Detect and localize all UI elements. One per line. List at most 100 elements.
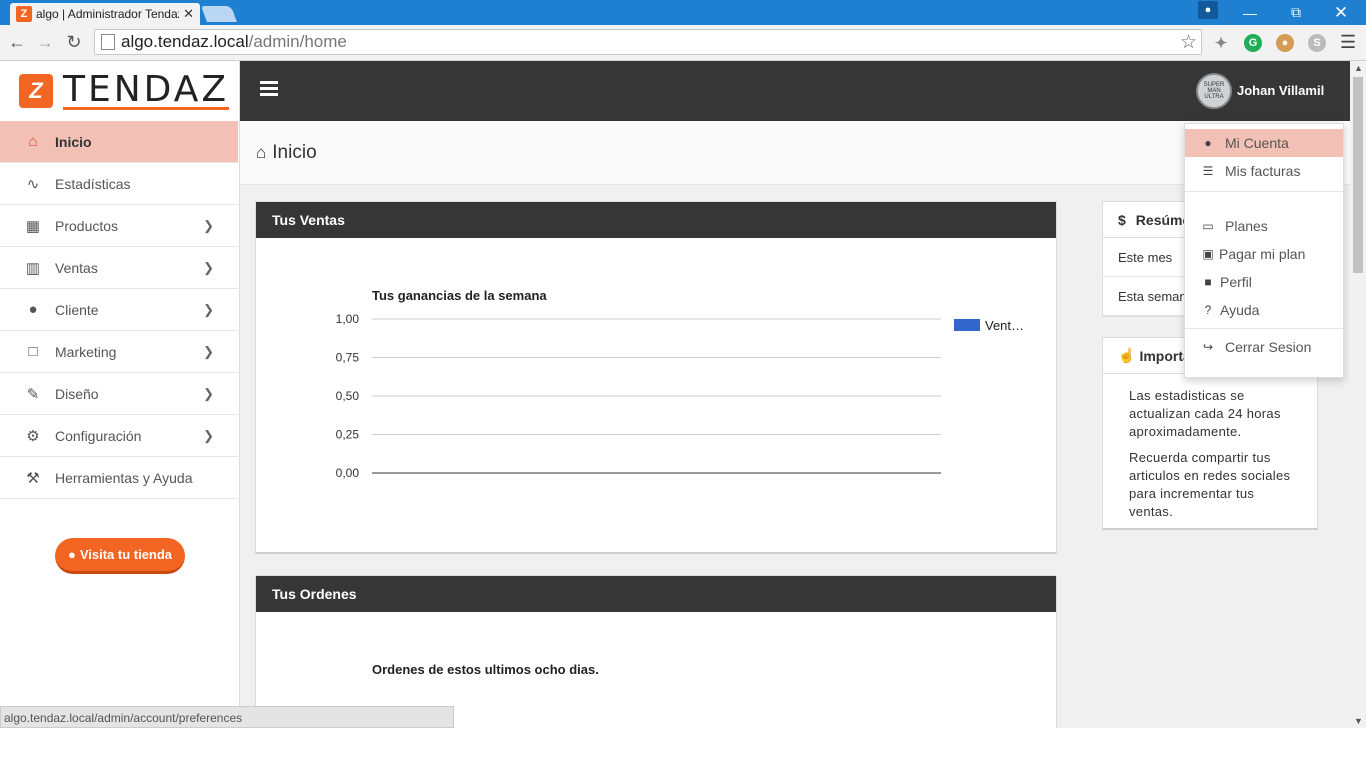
- ventas-panel-title: Tus Ventas: [256, 202, 1056, 238]
- ordenes-panel-title: Tus Ordenes: [256, 576, 1056, 612]
- url-host: algo.tendaz.local: [121, 32, 249, 51]
- user-icon: ●: [28, 301, 38, 318]
- browser-toolbar: ← → ↻ algo.tendaz.local/admin/home ☆ ✦ G…: [0, 25, 1366, 61]
- minimize-icon[interactable]: —: [1236, 0, 1264, 25]
- url-path: /admin/home: [248, 32, 347, 51]
- menu-item-label: Pagar mi plan: [1219, 246, 1306, 262]
- home-icon: ⌂: [256, 143, 267, 162]
- chevron-right-icon: ❯: [203, 259, 214, 275]
- status-bar-url: algo.tendaz.local/admin/account/preferen…: [0, 706, 454, 728]
- menu-item-mis-facturas[interactable]: ☰ Mis facturas: [1185, 157, 1343, 185]
- menu-item-mi-cuenta[interactable]: ● Mi Cuenta: [1185, 129, 1343, 157]
- visit-store-label: Visita tu tienda: [79, 547, 173, 562]
- sidebar-item-inicio[interactable]: ⌂ Inicio: [0, 121, 238, 163]
- sidebar-item-estadisticas[interactable]: ∿ Estadísticas: [0, 163, 238, 205]
- logo-text: TENDAZ: [63, 68, 230, 110]
- page-scrollbar[interactable]: ▲ ▼: [1350, 61, 1366, 728]
- address-bar[interactable]: algo.tendaz.local/admin/home ☆: [94, 29, 1202, 55]
- list-icon: ☰: [1202, 164, 1214, 178]
- sidebar-item-ventas[interactable]: ▥ Ventas ❯: [0, 247, 238, 289]
- scroll-down-icon[interactable]: ▼: [1354, 716, 1363, 726]
- grammarly-icon[interactable]: G: [1244, 34, 1262, 52]
- chevron-right-icon: ❯: [203, 385, 214, 401]
- chat-icon: □: [28, 343, 38, 360]
- back-arrow-icon[interactable]: ←: [6, 31, 28, 53]
- legend-swatch: [954, 319, 980, 331]
- sidebar-item-marketing[interactable]: □ Marketing ❯: [0, 331, 238, 373]
- legend-label[interactable]: Vent…: [985, 318, 1024, 333]
- new-tab-button[interactable]: [201, 6, 237, 22]
- visit-store-button[interactable]: ● Visita tu tienda: [55, 538, 185, 574]
- chevron-right-icon: ❯: [203, 427, 214, 443]
- sidebar-item-label: Ventas: [55, 259, 98, 276]
- importante-paragraph-1: Las estadisticas se actualizan cada 24 h…: [1129, 388, 1281, 439]
- tendaz-logo[interactable]: Z TENDAZ: [0, 61, 239, 121]
- menu-item-cerrar-sesion[interactable]: ↪ Cerrar Sesion: [1185, 333, 1343, 361]
- window-close-icon[interactable]: ✕: [1326, 0, 1356, 25]
- reload-icon[interactable]: ↻: [63, 31, 85, 53]
- scroll-thumb[interactable]: [1353, 77, 1363, 273]
- bookmark-star-icon[interactable]: ☆: [1180, 31, 1197, 54]
- tab-close-icon[interactable]: ✕: [183, 6, 194, 22]
- user-name[interactable]: Johan Villamil: [1237, 83, 1324, 98]
- menu-item-label: Mis facturas: [1225, 163, 1301, 179]
- credit-card-icon: ▭: [1202, 219, 1214, 233]
- browser-tab-active[interactable]: Z algo | Administrador Tendaz ✕: [10, 3, 200, 25]
- chart-title: Tus ganancias de la semana: [372, 288, 547, 303]
- profile-icon[interactable]: ●: [1198, 1, 1218, 19]
- menu-item-planes[interactable]: ▭ Planes: [1185, 212, 1343, 240]
- sign-out-icon: ↪: [1202, 340, 1214, 354]
- menu-item-label: Cerrar Sesion: [1225, 339, 1312, 355]
- dollar-icon: $: [1118, 211, 1126, 228]
- sidebar-item-label: Estadísticas: [55, 175, 131, 192]
- page-viewport: Z TENDAZ ⌂ Inicio ∿ Estadísticas ▦ Produ…: [0, 61, 1350, 728]
- sidebar-item-configuracion[interactable]: ⚙ Configuración ❯: [0, 415, 238, 457]
- tendaz-favicon-icon: Z: [16, 6, 32, 22]
- globe-icon: ●: [67, 547, 76, 562]
- home-icon: ⌂: [28, 133, 38, 150]
- grid-icon: ▦: [25, 217, 41, 235]
- skype-icon[interactable]: S: [1308, 34, 1326, 52]
- menu-item-ayuda[interactable]: ? Ayuda: [1185, 296, 1343, 324]
- sidebar: Z TENDAZ ⌂ Inicio ∿ Estadísticas ▦ Produ…: [0, 61, 240, 728]
- cookie-icon[interactable]: ●: [1276, 34, 1294, 52]
- sidebar-item-label: Productos: [55, 217, 119, 234]
- line-chart-icon: ∿: [26, 175, 40, 193]
- cogs-icon: ⚙: [26, 427, 40, 445]
- menu-item-perfil[interactable]: ■ Perfil: [1185, 268, 1343, 296]
- forward-arrow-icon[interactable]: →: [34, 31, 56, 53]
- restore-icon[interactable]: ⧉: [1282, 0, 1310, 25]
- sidebar-item-label: Configuración: [55, 427, 142, 444]
- y-tick-label: 0,00: [336, 466, 360, 480]
- sidebar-item-cliente[interactable]: ● Cliente ❯: [0, 289, 238, 331]
- menu-item-label: Ayuda: [1220, 302, 1260, 318]
- sidebar-item-label: Herramientas y Ayuda: [55, 469, 193, 486]
- sidebar-item-label: Cliente: [55, 301, 99, 318]
- ventas-panel: Tus Ventas Tus ganancias de la semana 1,…: [255, 201, 1057, 554]
- y-tick-label: 0,75: [336, 351, 360, 365]
- sidebar-item-herramientas[interactable]: ⚒ Herramientas y Ayuda: [0, 457, 238, 499]
- y-tick-label: 1,00: [336, 312, 360, 326]
- y-tick-label: 0,50: [336, 389, 360, 403]
- scroll-up-icon[interactable]: ▲: [1354, 63, 1363, 73]
- extension-puzzle-icon[interactable]: ✦: [1212, 34, 1230, 52]
- sidebar-item-diseno[interactable]: ✎ Diseño ❯: [0, 373, 238, 415]
- browser-tab-title: algo | Administrador Tendaz: [36, 7, 180, 21]
- page-icon: [101, 34, 115, 50]
- sidebar-toggle-icon[interactable]: [260, 81, 278, 97]
- menu-item-label: Mi Cuenta: [1225, 135, 1289, 151]
- top-navbar: SUPER MAN ULTRA Johan Villamil: [240, 61, 1350, 121]
- chevron-right-icon: ❯: [203, 217, 214, 233]
- chart-grid: 1,00 0,75 0,50 0,25 0,00: [336, 312, 941, 480]
- user-dropdown-menu: ● Mi Cuenta ☰ Mis facturas ▭ Planes ▣ Pa…: [1184, 123, 1344, 378]
- menu-item-pagar-mi-plan[interactable]: ▣ Pagar mi plan: [1185, 240, 1343, 268]
- avatar[interactable]: SUPER MAN ULTRA: [1196, 73, 1232, 109]
- sidebar-item-productos[interactable]: ▦ Productos ❯: [0, 205, 238, 247]
- thumbs-up-icon: ☝: [1118, 347, 1136, 363]
- browser-tab-strip: Z algo | Administrador Tendaz ✕ ● — ⧉ ✕: [0, 0, 1366, 25]
- chevron-right-icon: ❯: [203, 343, 214, 359]
- y-tick-label: 0,25: [336, 428, 360, 442]
- pencil-icon: ✎: [26, 385, 40, 403]
- chrome-menu-icon[interactable]: ☰: [1340, 32, 1356, 53]
- cart-icon: ▥: [25, 259, 41, 277]
